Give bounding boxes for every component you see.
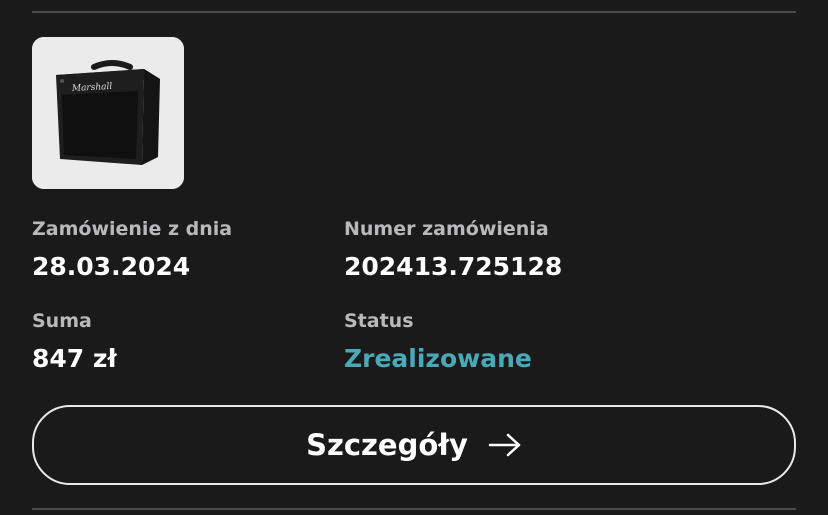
order-number-value: 202413.725128 (344, 252, 563, 281)
order-number-label: Numer zamówienia (344, 218, 549, 240)
bottom-divider (32, 508, 796, 510)
order-date-label: Zamówienie z dnia (32, 218, 233, 240)
order-sum-label: Suma (32, 310, 92, 332)
details-button[interactable]: Szczegóły (32, 405, 796, 485)
product-thumbnail[interactable]: Marshall (32, 37, 184, 189)
order-sum-value: 847 zł (32, 344, 117, 373)
arrow-right-icon (488, 433, 522, 457)
order-date-value: 28.03.2024 (32, 252, 191, 281)
marshall-amp-image: Marshall (32, 37, 184, 189)
top-divider (32, 11, 796, 13)
order-status-value: Zrealizowane (344, 344, 532, 373)
details-button-label: Szczegóły (306, 428, 468, 462)
order-status-label: Status (344, 310, 414, 332)
